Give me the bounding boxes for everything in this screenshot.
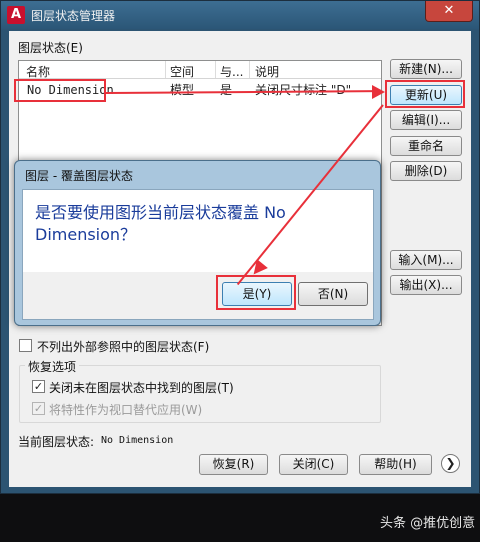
row-match: 是 — [220, 83, 233, 97]
column-header-match[interactable]: 与... — [220, 63, 243, 80]
overwrite-layer-state-dialog: 图层 - 覆盖图层状态 是否要使用图形当前层状态覆盖 No Dimension？… — [14, 160, 381, 326]
annotation-box-update — [385, 80, 465, 108]
import-button[interactable]: 输入(M)... — [390, 250, 462, 270]
current-state-value: No Dimension — [101, 435, 174, 446]
window-title: 图层状态管理器 — [31, 9, 116, 23]
new-button[interactable]: 新建(N)... — [390, 59, 462, 79]
layer-states-label: 图层状态(E) — [18, 41, 83, 55]
annotation-box-state-name — [14, 79, 106, 102]
no-button[interactable]: 否(N) — [298, 282, 368, 306]
edit-button[interactable]: 编辑(I)... — [390, 110, 462, 130]
autocad-logo-icon: A — [7, 6, 25, 24]
annotation-box-yes — [216, 275, 296, 310]
turn-off-layers-checkbox[interactable]: ✓ — [32, 380, 45, 393]
titlebar[interactable]: A 图层状态管理器 ✕ — [1, 1, 479, 29]
rename-button[interactable]: 重命名 — [390, 136, 462, 156]
restore-options-label: 恢复选项 — [25, 358, 80, 375]
row-space: 模型 — [170, 83, 195, 97]
dialog-message: 是否要使用图形当前层状态覆盖 No Dimension？ — [35, 203, 286, 244]
dialog-message-area: 是否要使用图形当前层状态覆盖 No Dimension？ — [23, 190, 373, 272]
exclude-xref-checkbox[interactable] — [19, 339, 32, 352]
dialog-body: 是否要使用图形当前层状态覆盖 No Dimension？ 是(Y) 否(N) — [22, 189, 374, 320]
turn-off-layers-label: 关闭未在图层状态中找到的图层(T) — [49, 381, 234, 395]
list-header: 名称 空间 与... 说明 — [19, 61, 381, 79]
delete-button[interactable]: 删除(D) — [390, 161, 462, 181]
annotation-arrowhead-icon — [372, 85, 385, 99]
column-header-description[interactable]: 说明 — [255, 63, 279, 80]
exclude-xref-label: 不列出外部参照中的图层状态(F) — [37, 340, 210, 354]
more-options-arrow-icon[interactable]: ❯ — [441, 454, 460, 473]
close-window-button[interactable]: ✕ — [425, 1, 473, 22]
column-header-name[interactable]: 名称 — [26, 63, 50, 80]
close-button[interactable]: 关闭(C) — [279, 454, 348, 475]
current-state-label: 当前图层状态: — [18, 435, 95, 449]
export-button[interactable]: 输出(X)... — [390, 275, 462, 295]
apply-viewport-checkbox: ✓ — [32, 402, 45, 415]
restore-button[interactable]: 恢复(R) — [199, 454, 268, 475]
column-separator[interactable] — [215, 61, 216, 78]
help-button[interactable]: 帮助(H) — [359, 454, 432, 475]
dialog-title: 图层 - 覆盖图层状态 — [25, 169, 133, 183]
column-separator[interactable] — [165, 61, 166, 78]
column-header-space[interactable]: 空间 — [170, 63, 194, 80]
column-separator[interactable] — [249, 61, 250, 78]
apply-viewport-label: 将特性作为视口替代应用(W) — [49, 403, 203, 417]
watermark: 头条 @推优创意 — [380, 516, 476, 531]
